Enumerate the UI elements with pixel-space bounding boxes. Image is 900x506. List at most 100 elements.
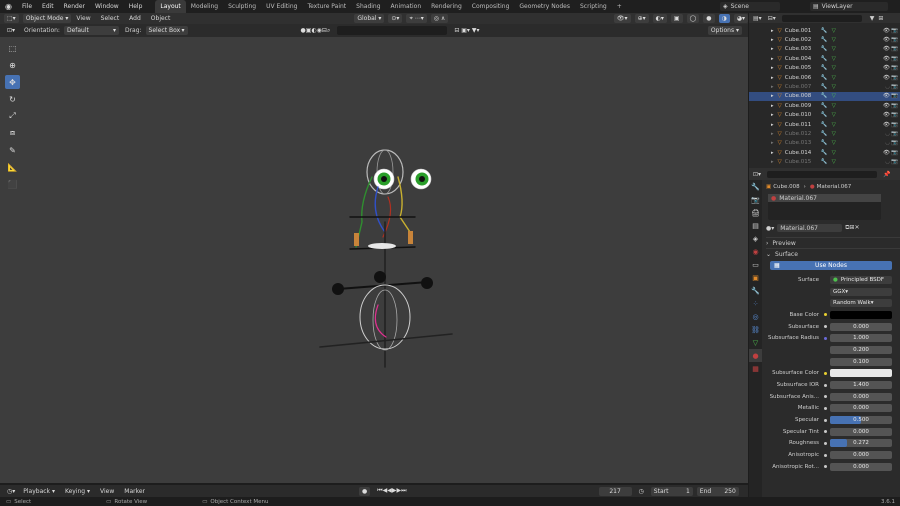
workspace-tab-rendering[interactable]: Rendering: [426, 0, 467, 13]
socket-dot-icon[interactable]: [824, 441, 827, 445]
visibility-eye-icon[interactable]: 👁: [883, 65, 890, 71]
properties-editor-icon[interactable]: ⊡▾: [753, 171, 761, 178]
shading-rendered-icon[interactable]: ◕▾: [733, 14, 748, 23]
transform-tool-icon[interactable]: ⧈: [5, 126, 20, 140]
expand-arrow-icon[interactable]: ▸: [771, 28, 774, 34]
properties-search-input[interactable]: [767, 170, 878, 178]
scale-tool-icon[interactable]: ⤢: [5, 109, 20, 123]
property-field[interactable]: 0.000: [830, 322, 892, 331]
property-field[interactable]: ● Principled BSDF: [830, 275, 892, 284]
3d-viewport[interactable]: [0, 37, 748, 483]
texture-tab-icon[interactable]: ▦: [749, 362, 762, 375]
shading-solid-icon[interactable]: ●: [703, 14, 715, 23]
outliner-row[interactable]: ▸ ▽ Cube.006 🔧 ▽ 👁 📷: [749, 73, 900, 82]
menu-render[interactable]: Render: [59, 3, 90, 10]
material-tab-icon[interactable]: ●: [749, 349, 762, 362]
viewport-menu-object[interactable]: Object: [146, 15, 176, 22]
viewport-search-field[interactable]: [337, 26, 448, 35]
outliner-row[interactable]: ▸ ▽ Cube.011 🔧 ▽ 👁 📷: [749, 120, 900, 129]
expand-arrow-icon[interactable]: ▸: [771, 112, 774, 118]
timeline-playback-menu[interactable]: Playback ▾: [18, 488, 60, 495]
viewport-menu-select[interactable]: Select: [96, 15, 125, 22]
outliner-editor-icon[interactable]: ▤▾: [753, 15, 762, 22]
output-tab-icon[interactable]: 🖨: [749, 206, 762, 219]
add-cube-tool-icon[interactable]: ⬛: [5, 177, 20, 191]
property-field[interactable]: 0.200: [830, 345, 892, 354]
visibility-eye-icon[interactable]: 👁: [883, 103, 890, 109]
socket-dot-icon[interactable]: [824, 371, 827, 375]
gizmo-icon[interactable]: ⊕▾: [634, 14, 649, 23]
visibility-eye-icon[interactable]: 👁: [883, 112, 890, 118]
add-workspace-button[interactable]: +: [612, 0, 627, 13]
tool-settings-icon[interactable]: ⊡▾: [4, 26, 18, 35]
visibility-eye-icon[interactable]: 👁: [883, 56, 890, 62]
expand-arrow-icon[interactable]: ▸: [771, 84, 774, 90]
pivot-icon[interactable]: ⊙▾: [388, 14, 403, 23]
socket-dot-icon[interactable]: [824, 383, 827, 387]
outliner-row[interactable]: ▸ ▽ Cube.001 🔧 ▽ 👁 📷: [749, 26, 900, 35]
shading-wireframe-icon[interactable]: ◯: [686, 14, 700, 23]
material-slot-list[interactable]: ● Material.067: [768, 194, 881, 220]
outliner-row[interactable]: ▸ ▽ Cube.012 🔧 ▽ ◡ 📷: [749, 129, 900, 138]
render-camera-icon[interactable]: 📷: [891, 112, 898, 118]
visibility-eye-icon[interactable]: ◡: [885, 140, 890, 146]
data-tab-icon[interactable]: ▽: [749, 336, 762, 349]
socket-dot-icon[interactable]: [824, 325, 827, 329]
expand-arrow-icon[interactable]: ▸: [771, 131, 774, 137]
visibility-eye-icon[interactable]: 👁: [883, 46, 890, 52]
start-frame-field[interactable]: Start 1: [650, 486, 693, 496]
property-field[interactable]: [830, 369, 892, 378]
render-camera-icon[interactable]: 📷: [891, 140, 898, 146]
timeline-view-menu[interactable]: View: [95, 488, 119, 495]
socket-dot-icon[interactable]: [824, 395, 827, 399]
render-camera-icon[interactable]: 📷: [891, 103, 898, 109]
material-slot-item[interactable]: ● Material.067: [768, 194, 881, 202]
end-frame-field[interactable]: End 250: [696, 486, 739, 496]
modifier-tab-icon[interactable]: 🔧: [749, 284, 762, 297]
outliner-row[interactable]: ▸ ▽ Cube.004 🔧 ▽ 👁 📷: [749, 54, 900, 63]
expand-arrow-icon[interactable]: ▸: [771, 65, 774, 71]
menu-window[interactable]: Window: [90, 3, 124, 10]
viewport-menu-add[interactable]: Add: [124, 15, 146, 22]
surface-panel-header[interactable]: ⌄ Surface: [766, 248, 900, 259]
object-mode-dropdown[interactable]: Object Mode ▾: [22, 14, 72, 23]
menu-file[interactable]: File: [17, 3, 37, 10]
view-layer-selector[interactable]: ▤ ViewLayer: [810, 2, 888, 11]
material-browse-icon[interactable]: ●▾: [766, 225, 774, 232]
render-camera-icon[interactable]: 📷: [891, 150, 898, 156]
tool-tab-icon[interactable]: 🔧: [749, 180, 762, 193]
expand-arrow-icon[interactable]: ▸: [771, 93, 774, 99]
property-field[interactable]: 0.500: [830, 416, 892, 425]
outliner-row[interactable]: ▸ ▽ Cube.015 🔧 ▽ ◡ 📷: [749, 157, 900, 166]
visibility-eye-icon[interactable]: 👁: [883, 93, 890, 99]
cursor-tool-icon[interactable]: ⊕: [5, 58, 20, 72]
timeline-editor-icon[interactable]: ◷▾: [4, 487, 18, 496]
render-camera-icon[interactable]: 📷: [891, 122, 898, 128]
options-dropdown[interactable]: Options ▾: [707, 26, 742, 35]
move-tool-icon[interactable]: ✥: [5, 75, 20, 89]
socket-dot-icon[interactable]: [824, 336, 827, 340]
socket-dot-icon[interactable]: [824, 418, 827, 422]
visibility-eye-icon[interactable]: 👁: [883, 150, 890, 156]
drag-dropdown[interactable]: Select Box ▾: [145, 26, 188, 35]
menu-edit[interactable]: Edit: [37, 3, 59, 10]
xray-icon[interactable]: ▣: [670, 14, 683, 23]
display-mode-icon[interactable]: ⊟▾: [768, 15, 776, 22]
expand-arrow-icon[interactable]: ▸: [771, 75, 774, 81]
render-camera-icon[interactable]: 📷: [891, 93, 898, 99]
property-field[interactable]: 0.000: [830, 462, 892, 471]
property-field[interactable]: 0.000: [830, 451, 892, 460]
visibility-eye-icon[interactable]: ◡: [885, 159, 890, 165]
property-field[interactable]: 1.400: [830, 381, 892, 390]
visibility-eye-icon[interactable]: ◡: [885, 84, 890, 90]
render-camera-icon[interactable]: 📷: [891, 159, 898, 165]
render-camera-icon[interactable]: 📷: [891, 46, 898, 52]
visibility-icon[interactable]: 👁▾: [613, 14, 631, 23]
property-field[interactable]: [830, 310, 892, 319]
physics-tab-icon[interactable]: ◎: [749, 310, 762, 323]
select-box-tool-icon[interactable]: ⬚: [5, 41, 20, 55]
workspace-tab-compositing[interactable]: Compositing: [467, 0, 515, 13]
material-actions-icons[interactable]: ⧉⊞✕: [845, 224, 859, 232]
snap-icon[interactable]: ⌖ ⋯▾: [406, 14, 427, 23]
render-camera-icon[interactable]: 📷: [891, 75, 898, 81]
